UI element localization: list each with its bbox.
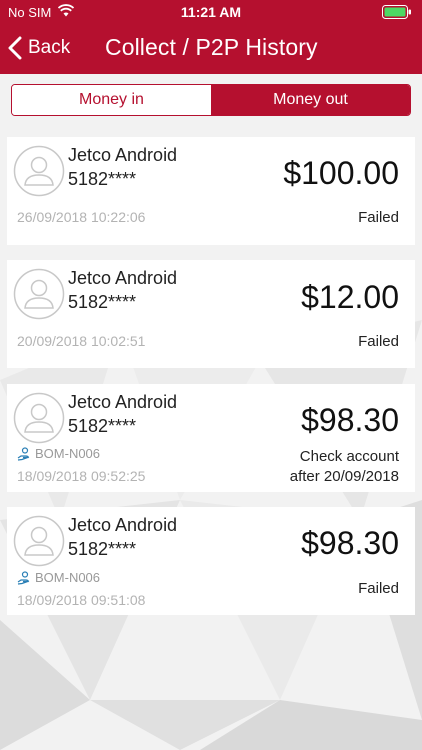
payee-account: 5182**** xyxy=(68,169,137,189)
transaction-amount: $98.30 xyxy=(301,402,399,438)
hand-coin-icon xyxy=(17,446,30,461)
money-direction-tabs: Money in Money out xyxy=(11,84,411,116)
reference-code: BOM-N006 xyxy=(35,570,101,585)
payee-account: 5182**** xyxy=(68,539,137,559)
transaction-amount: $100.00 xyxy=(283,155,399,191)
transaction-card[interactable]: Jetco Android 5182**** 20/09/2018 10:02:… xyxy=(7,260,415,368)
transaction-status-line-2: after 20/09/2018 xyxy=(289,468,399,485)
tab-money-in[interactable]: Money in xyxy=(12,85,211,115)
page-title: Collect / P2P History xyxy=(105,34,318,60)
nav-bar: Back Collect / P2P History xyxy=(0,26,422,70)
app-header: No SIM 11:21 AM Back Collect / P2P Histo… xyxy=(0,0,422,74)
transaction-status-line-1: Check account xyxy=(299,448,399,465)
payee-name: Jetco Android xyxy=(68,515,178,535)
back-label: Back xyxy=(28,37,71,58)
payee-account: 5182**** xyxy=(68,292,137,312)
payee-name: Jetco Android xyxy=(68,145,178,165)
transaction-date: 18/09/2018 09:52:25 xyxy=(17,468,146,484)
transaction-card[interactable]: Jetco Android 5182**** 26/09/2018 10:22:… xyxy=(7,137,415,245)
transaction-amount: $12.00 xyxy=(301,279,399,315)
chevron-left-icon xyxy=(8,36,22,60)
transaction-card[interactable]: Jetco Android 5182**** BOM-N006 18/09/20… xyxy=(7,384,415,492)
transaction-date: 20/09/2018 10:02:51 xyxy=(17,333,146,349)
avatar-icon xyxy=(13,515,65,567)
status-bar: No SIM 11:21 AM xyxy=(0,0,422,24)
transaction-status: Failed xyxy=(358,209,399,226)
status-time: 11:21 AM xyxy=(180,4,242,20)
tab-money-out[interactable]: Money out xyxy=(211,85,410,115)
reference-row: BOM-N006 xyxy=(17,446,100,461)
transaction-card[interactable]: Jetco Android 5182**** BOM-N006 18/09/20… xyxy=(7,507,415,615)
reference-code: BOM-N006 xyxy=(35,446,101,461)
transaction-status: Failed xyxy=(358,580,399,597)
transaction-amount: $98.30 xyxy=(301,525,399,561)
transaction-date: 18/09/2018 09:51:08 xyxy=(17,592,146,608)
avatar-icon xyxy=(13,268,65,320)
payee-account: 5182**** xyxy=(68,416,137,436)
back-button[interactable]: Back xyxy=(8,32,70,64)
hand-coin-icon xyxy=(17,570,30,585)
transaction-status: Failed xyxy=(358,333,399,350)
payee-name: Jetco Android xyxy=(68,392,178,412)
avatar-icon xyxy=(13,392,65,444)
transaction-date: 26/09/2018 10:22:06 xyxy=(17,209,146,225)
reference-row: BOM-N006 xyxy=(17,570,100,585)
payee-name: Jetco Android xyxy=(68,268,178,288)
battery-icon xyxy=(382,5,411,19)
avatar-icon xyxy=(13,145,65,197)
